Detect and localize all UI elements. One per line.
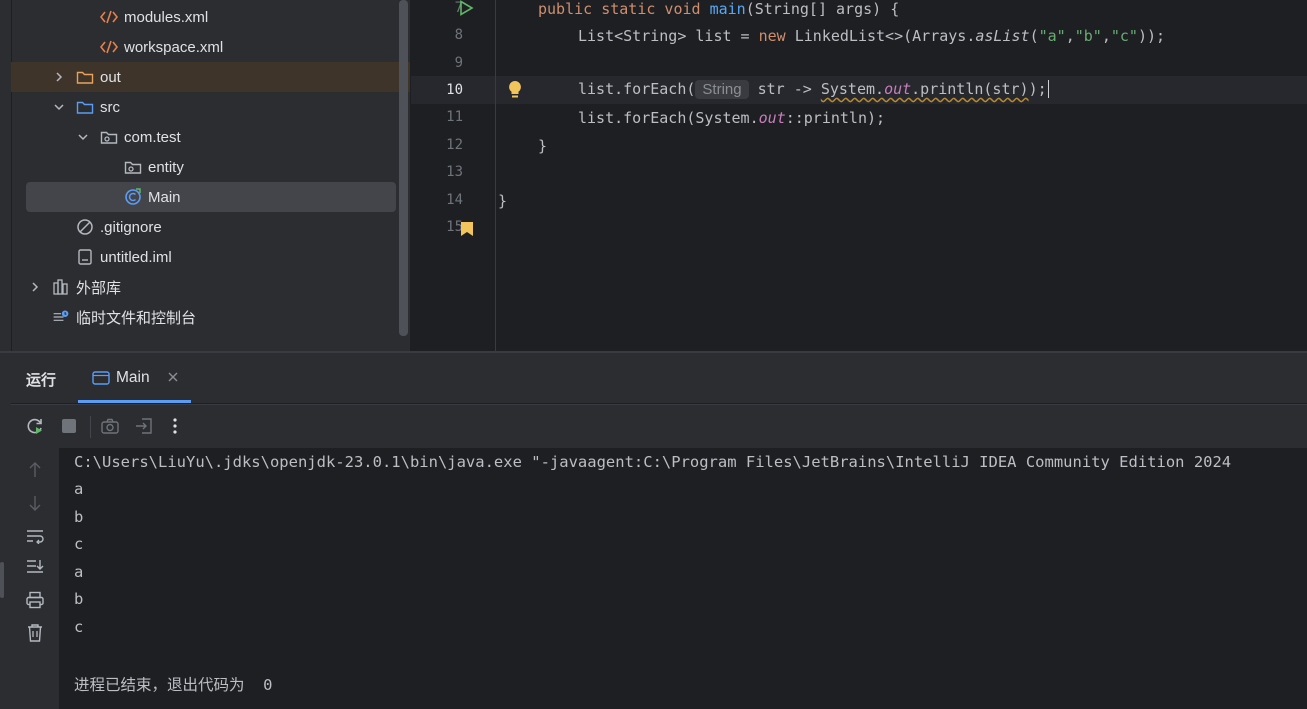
code-line-11: list.forEach(System.out::println);: [578, 109, 886, 127]
console-line: c: [74, 535, 84, 553]
chevron-right-icon[interactable]: [52, 70, 66, 84]
arrow-up-icon[interactable]: [22, 457, 48, 483]
line-number: 7: [454, 0, 463, 16]
stripe-handle[interactable]: [0, 562, 4, 598]
line-number: 15: [446, 219, 463, 235]
console-output[interactable]: C:\Users\LiuYu\.jdks\openjdk-23.0.1\bin\…: [59, 448, 1307, 709]
code-editor[interactable]: 7 8 9 10 11 12 13 14 15 public static vo…: [411, 0, 1307, 352]
chevron-right-icon[interactable]: [28, 280, 42, 294]
tree-item-label: .gitignore: [100, 218, 162, 236]
tree-item-untitled-iml[interactable]: untitled.iml: [11, 242, 399, 272]
code-line-10: list.forEach(String str -> System.out.pr…: [578, 80, 1049, 99]
code-line-14: }: [498, 192, 508, 210]
library-icon: [52, 278, 70, 296]
gutter-separator: [495, 0, 496, 352]
tree-item-label: 临时文件和控制台: [76, 309, 197, 327]
tab-main-label: Main: [116, 369, 150, 386]
code-line-7: public static void main(String[] args) {: [538, 0, 900, 18]
iml-file-icon: [76, 248, 94, 266]
tree-item-label: src: [100, 98, 120, 116]
code-line-8: List<String> list = new LinkedList<>(Arr…: [578, 27, 1166, 45]
stop-icon[interactable]: [56, 413, 82, 439]
console-line-exit-status: 进程已结束，退出代码为 0: [74, 676, 273, 694]
tree-item-scratches[interactable]: 临时文件和控制台: [11, 302, 399, 332]
tree-item-gitignore[interactable]: .gitignore: [11, 212, 399, 242]
toolbar-separator: [90, 416, 91, 438]
exit-icon[interactable]: [131, 413, 157, 439]
tree-item-out[interactable]: out: [11, 62, 410, 92]
console-side-toolbar: [11, 448, 59, 709]
tree-item-label: untitled.iml: [100, 248, 172, 266]
chevron-down-icon[interactable]: [52, 100, 66, 114]
console-line: c: [74, 618, 84, 636]
rerun-icon[interactable]: [22, 413, 48, 439]
xml-file-icon: [100, 8, 118, 26]
tree-item-label: 外部库: [76, 279, 122, 297]
package-icon: [124, 158, 142, 176]
line-number: 10: [446, 82, 463, 98]
tree-item-workspace-xml[interactable]: workspace.xml: [11, 32, 399, 62]
lightbulb-icon[interactable]: [507, 80, 523, 104]
tree-item-label: com.test: [124, 128, 181, 146]
console-line: a: [74, 563, 84, 581]
line-number: 13: [446, 164, 463, 180]
tree-item-label: modules.xml: [124, 8, 209, 26]
tree-item-entity[interactable]: entity: [11, 152, 399, 182]
tree-item-main[interactable]: Main: [26, 182, 396, 212]
chevron-down-icon[interactable]: [76, 130, 90, 144]
close-icon[interactable]: [167, 370, 179, 388]
soft-wrap-icon[interactable]: [22, 523, 48, 549]
tree-scrollbar[interactable]: [399, 0, 408, 336]
tree-item-label: Main: [148, 188, 181, 206]
run-gutter-icon[interactable]: [458, 0, 474, 20]
xml-file-icon: [100, 38, 118, 56]
console-icon: [92, 370, 110, 391]
tab-main[interactable]: Main: [78, 353, 191, 403]
console-line: a: [74, 480, 84, 498]
source-folder-icon: [76, 98, 94, 116]
console-line: b: [74, 508, 84, 526]
run-tool-window-header: 运行 Main: [11, 353, 1307, 403]
text-caret: [1047, 80, 1049, 98]
line-number: 14: [446, 192, 463, 208]
scroll-to-end-icon[interactable]: [22, 554, 48, 580]
tree-item-label: out: [100, 68, 121, 86]
code-line-12: }: [538, 137, 548, 155]
folder-icon: [76, 68, 94, 86]
line-number: 11: [446, 109, 463, 125]
bookmark-icon[interactable]: [460, 221, 474, 241]
package-icon: [100, 128, 118, 146]
scratches-icon: [52, 308, 70, 326]
tab-selected-indicator: [78, 400, 191, 403]
trash-icon[interactable]: [22, 620, 48, 646]
project-tree-panel: modules.xml workspace.xml out src com.te…: [0, 0, 410, 352]
arrow-down-icon[interactable]: [22, 490, 48, 516]
tree-item-label: workspace.xml: [124, 38, 224, 56]
tree-item-src[interactable]: src: [11, 92, 399, 122]
line-number: 8: [454, 27, 463, 43]
inlay-type-hint: String: [695, 80, 749, 99]
print-icon[interactable]: [22, 587, 48, 613]
console-line-command: C:\Users\LiuYu\.jdks\openjdk-23.0.1\bin\…: [74, 453, 1232, 471]
line-number: 9: [454, 55, 463, 71]
more-options-icon[interactable]: [162, 413, 188, 439]
tree-item-label: entity: [148, 158, 184, 176]
tree-item-external-libraries[interactable]: 外部库: [11, 272, 399, 302]
java-class-icon: [124, 188, 142, 206]
tree-item-com-test[interactable]: com.test: [11, 122, 399, 152]
console-line: b: [74, 590, 84, 608]
line-number: 12: [446, 137, 463, 153]
camera-icon[interactable]: [97, 413, 123, 439]
ignore-file-icon: [76, 218, 94, 236]
run-window-title: 运行: [26, 372, 57, 389]
tree-item-modules-xml[interactable]: modules.xml: [11, 2, 399, 32]
run-toolbar: [11, 404, 1307, 448]
